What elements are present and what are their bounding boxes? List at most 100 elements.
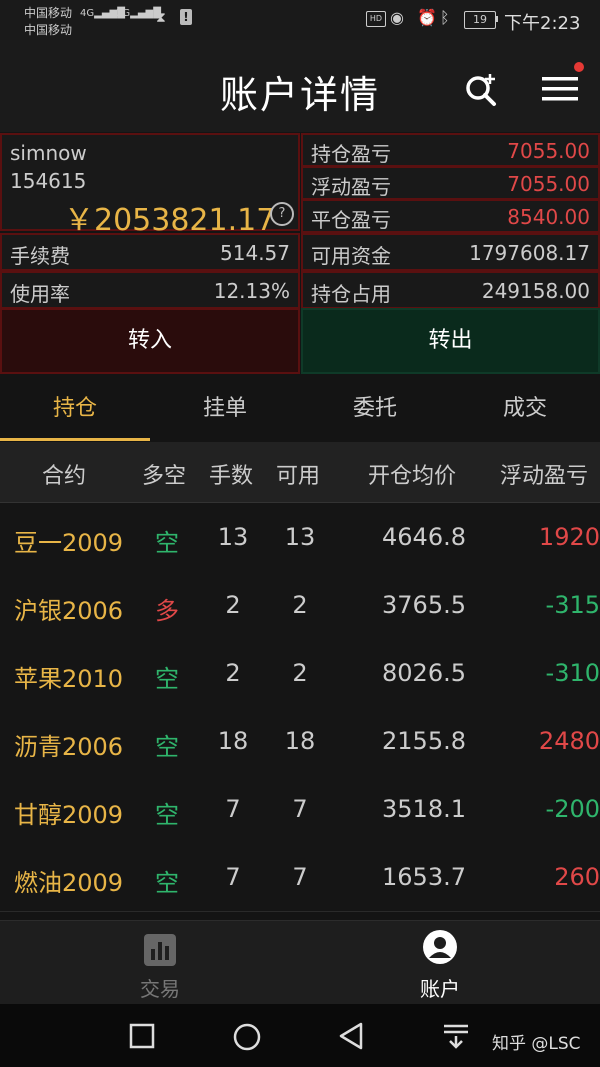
row-contract: 豆一2009 <box>14 529 124 557</box>
help-icon[interactable]: ? <box>270 202 294 226</box>
battery-icon: 19 <box>464 11 496 29</box>
row-contract: 沥青2006 <box>14 733 124 761</box>
row-pnl: 2480 <box>538 727 600 755</box>
row-contract: 苹果2010 <box>14 665 124 693</box>
row-lots: 18 <box>217 727 249 755</box>
row-avg-price: 3765.5 <box>382 591 466 619</box>
recents-icon[interactable] <box>129 1023 155 1049</box>
account-name: simnow <box>10 141 87 165</box>
table-row[interactable]: 沥青2006 空 18 18 2155.8 2480 <box>0 707 600 776</box>
row-lots: 2 <box>225 591 241 619</box>
row-direction: 空 <box>155 733 179 761</box>
table-row[interactable]: 甘醇2009 空 7 7 3518.1 -200 <box>0 775 600 844</box>
row-contract: 沪银2006 <box>14 597 124 625</box>
row-direction: 空 <box>155 529 179 557</box>
user-icon <box>423 930 457 964</box>
watermark: 知乎 @LSC <box>492 1034 581 1054</box>
nav-trade-label: 交易 <box>140 977 180 1001</box>
table-row[interactable]: 苹果2010 空 2 2 8026.5 -310 <box>0 639 600 708</box>
row-avg-price: 4646.8 <box>382 523 466 551</box>
fee-row: 手续费 514.57 <box>0 233 300 271</box>
row-direction: 空 <box>155 801 179 829</box>
hd-icon: HD <box>366 11 386 27</box>
page-title: 账户详情 <box>219 73 380 117</box>
column-header-available: 可用 <box>276 464 321 489</box>
app-header: 账户详情 <box>0 40 600 132</box>
column-header-direction: 多空 <box>142 464 187 489</box>
row-direction: 空 <box>155 665 179 693</box>
usage-rate-label: 使用率 <box>10 282 70 306</box>
tab-trades[interactable]: 成交 <box>450 376 600 442</box>
closed-pnl-value: 8540.00 <box>507 205 590 229</box>
nav-account[interactable]: 账户 <box>380 921 500 1005</box>
row-pnl: 260 <box>554 863 600 891</box>
row-contract: 燃油2009 <box>14 869 124 897</box>
tab-pending[interactable]: 挂单 <box>150 376 300 442</box>
bottom-navigation: 交易 账户 <box>0 920 600 1005</box>
available-funds-value: 1797608.17 <box>469 241 590 265</box>
row-lots: 7 <box>225 795 241 823</box>
position-pnl-value: 7055.00 <box>507 139 590 163</box>
column-header-avg-price: 开仓均价 <box>368 464 457 489</box>
column-header-lots: 手数 <box>209 464 254 489</box>
nav-account-label: 账户 <box>420 977 460 1001</box>
bar-chart-icon <box>144 934 176 966</box>
row-lots: 13 <box>217 523 249 551</box>
row-available: 2 <box>292 659 308 687</box>
status-bar: 中国移动 中国移动 4G▂▄▆█ 2G▂▄▆█ ⧗ ! HD ◉ ⏰ ᛒ 19 … <box>0 0 600 40</box>
floating-pnl-row: 浮动盈亏 7055.00 <box>301 166 600 200</box>
available-funds-label: 可用资金 <box>311 244 391 268</box>
row-direction: 多 <box>155 597 179 625</box>
position-pnl-row: 持仓盈亏 7055.00 <box>301 133 600 167</box>
fee-label: 手续费 <box>10 244 70 268</box>
row-available: 7 <box>292 795 308 823</box>
row-direction: 空 <box>155 869 179 897</box>
home-icon[interactable] <box>232 1022 262 1052</box>
notification-dot <box>574 62 584 72</box>
margin-row: 持仓占用 249158.00 <box>301 271 600 309</box>
table-row[interactable]: 豆一2009 空 13 13 4646.8 1920 <box>0 503 600 572</box>
row-pnl: -310 <box>545 659 600 687</box>
signal-icon-2: 2G▂▄▆█ <box>116 8 161 19</box>
floating-pnl-value: 7055.00 <box>507 172 590 196</box>
transfer-out-button[interactable]: 转出 <box>301 308 600 374</box>
row-pnl: 1920 <box>538 523 600 551</box>
system-navigation-bar: 知乎 @LSC <box>0 1004 600 1067</box>
row-avg-price: 1653.7 <box>382 863 466 891</box>
table-row[interactable]: 燃油2009 空 7 7 1653.7 260 <box>0 843 600 912</box>
usage-rate-row: 使用率 12.13% <box>0 271 300 309</box>
margin-label: 持仓占用 <box>311 282 391 306</box>
row-avg-price: 8026.5 <box>382 659 466 687</box>
closed-pnl-label: 平仓盈亏 <box>311 208 391 232</box>
account-summary-card: simnow 154615 ￥2053821.17 ? <box>0 133 300 238</box>
notification-drawer-icon[interactable] <box>442 1022 470 1050</box>
row-pnl: -315 <box>545 591 600 619</box>
row-contract: 甘醇2009 <box>14 801 124 829</box>
available-funds-row: 可用资金 1797608.17 <box>301 233 600 271</box>
row-lots: 7 <box>225 863 241 891</box>
nav-trade[interactable]: 交易 <box>100 921 220 1005</box>
carrier-label-1: 中国移动 <box>24 6 73 20</box>
position-pnl-label: 持仓盈亏 <box>311 142 391 166</box>
tab-orders[interactable]: 委托 <box>300 376 450 442</box>
row-avg-price: 3518.1 <box>382 795 466 823</box>
row-avg-price: 2155.8 <box>382 727 466 755</box>
account-id: 154615 <box>10 169 87 193</box>
carrier-label-2: 中国移动 <box>24 23 73 37</box>
back-icon[interactable] <box>337 1021 365 1051</box>
bluetooth-icon: ᛒ <box>440 8 450 27</box>
tab-positions[interactable]: 持仓 <box>0 376 150 442</box>
alarm-icon: ⏰ <box>417 8 437 27</box>
transfer-in-button[interactable]: 转入 <box>0 308 300 374</box>
column-header-floating-pnl: 浮动盈亏 <box>500 464 589 489</box>
row-available: 13 <box>284 523 316 551</box>
network-type-1: 4G <box>80 8 95 19</box>
search-add-icon[interactable] <box>462 70 502 110</box>
warning-icon: ! <box>180 9 192 25</box>
network-type-2: 2G <box>116 8 131 19</box>
column-header-contract: 合约 <box>42 464 87 489</box>
row-pnl: -200 <box>545 795 600 823</box>
table-row[interactable]: 沪银2006 多 2 2 3765.5 -315 <box>0 571 600 640</box>
menu-icon[interactable] <box>540 74 580 104</box>
row-available: 18 <box>284 727 316 755</box>
